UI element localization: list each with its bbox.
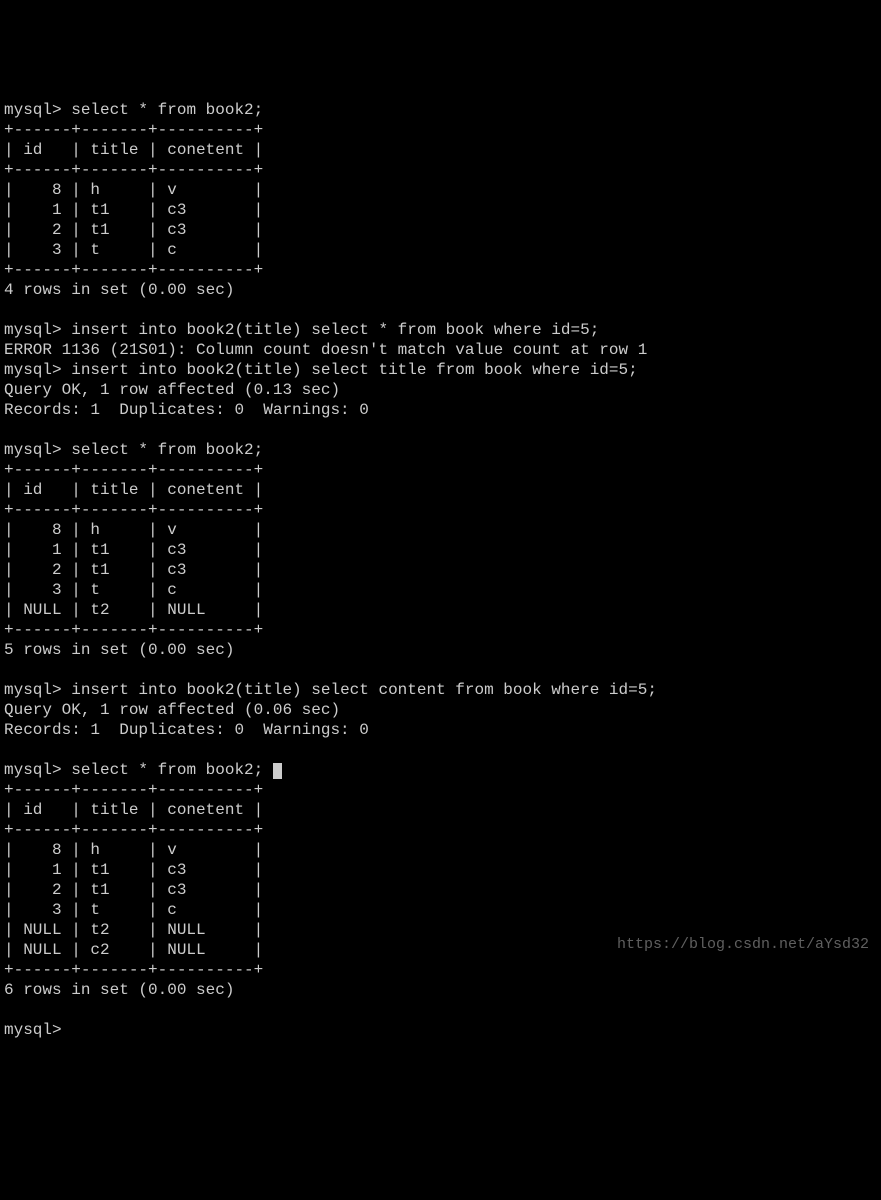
result-summary: 5 rows in set (0.00 sec) bbox=[4, 641, 234, 659]
table-row: | NULL | t2 | NULL | bbox=[4, 921, 263, 939]
table-header: | id | title | conetent | bbox=[4, 141, 263, 159]
records-line: Records: 1 Duplicates: 0 Warnings: 0 bbox=[4, 721, 369, 739]
prompt-line: mysql> insert into book2(title) select c… bbox=[4, 681, 657, 699]
prompt-line: mysql> select * from book2; bbox=[4, 101, 263, 119]
table-sep: +------+-------+----------+ bbox=[4, 621, 263, 639]
table-row: | 8 | h | v | bbox=[4, 841, 263, 859]
table-row: | NULL | t2 | NULL | bbox=[4, 601, 263, 619]
query-ok: Query OK, 1 row affected (0.13 sec) bbox=[4, 381, 340, 399]
table-sep: +------+-------+----------+ bbox=[4, 461, 263, 479]
table-sep: +------+-------+----------+ bbox=[4, 821, 263, 839]
table-row: | 2 | t1 | c3 | bbox=[4, 561, 263, 579]
prompt-line: mysql> insert into book2(title) select t… bbox=[4, 361, 638, 379]
prompt-line: mysql> bbox=[4, 1021, 62, 1039]
table-row: | 1 | t1 | c3 | bbox=[4, 541, 263, 559]
records-line: Records: 1 Duplicates: 0 Warnings: 0 bbox=[4, 401, 369, 419]
prompt-line: mysql> select * from book2; bbox=[4, 441, 263, 459]
prompt-line: mysql> select * from book2; bbox=[4, 761, 282, 779]
table-row: | 3 | t | c | bbox=[4, 241, 263, 259]
table-header: | id | title | conetent | bbox=[4, 481, 263, 499]
table-row: | 8 | h | v | bbox=[4, 181, 263, 199]
table-row: | NULL | c2 | NULL | bbox=[4, 941, 263, 959]
error-line: ERROR 1136 (21S01): Column count doesn't… bbox=[4, 341, 647, 359]
table-row: | 8 | h | v | bbox=[4, 521, 263, 539]
query-ok: Query OK, 1 row affected (0.06 sec) bbox=[4, 701, 340, 719]
table-sep: +------+-------+----------+ bbox=[4, 961, 263, 979]
table-sep: +------+-------+----------+ bbox=[4, 261, 263, 279]
table-sep: +------+-------+----------+ bbox=[4, 121, 263, 139]
table-row: | 3 | t | c | bbox=[4, 901, 263, 919]
table-row: | 2 | t1 | c3 | bbox=[4, 221, 263, 239]
result-summary: 6 rows in set (0.00 sec) bbox=[4, 981, 234, 999]
prompt-line: mysql> insert into book2(title) select *… bbox=[4, 321, 599, 339]
terminal-output[interactable]: mysql> select * from book2; +------+----… bbox=[4, 100, 877, 1040]
table-row: | 1 | t1 | c3 | bbox=[4, 861, 263, 879]
cursor-icon bbox=[273, 763, 282, 779]
table-sep: +------+-------+----------+ bbox=[4, 501, 263, 519]
table-row: | 3 | t | c | bbox=[4, 581, 263, 599]
table-row: | 2 | t1 | c3 | bbox=[4, 881, 263, 899]
result-summary: 4 rows in set (0.00 sec) bbox=[4, 281, 234, 299]
watermark-text: https://blog.csdn.net/aYsd32 bbox=[617, 936, 869, 955]
table-header: | id | title | conetent | bbox=[4, 801, 263, 819]
table-row: | 1 | t1 | c3 | bbox=[4, 201, 263, 219]
table-sep: +------+-------+----------+ bbox=[4, 781, 263, 799]
table-sep: +------+-------+----------+ bbox=[4, 161, 263, 179]
